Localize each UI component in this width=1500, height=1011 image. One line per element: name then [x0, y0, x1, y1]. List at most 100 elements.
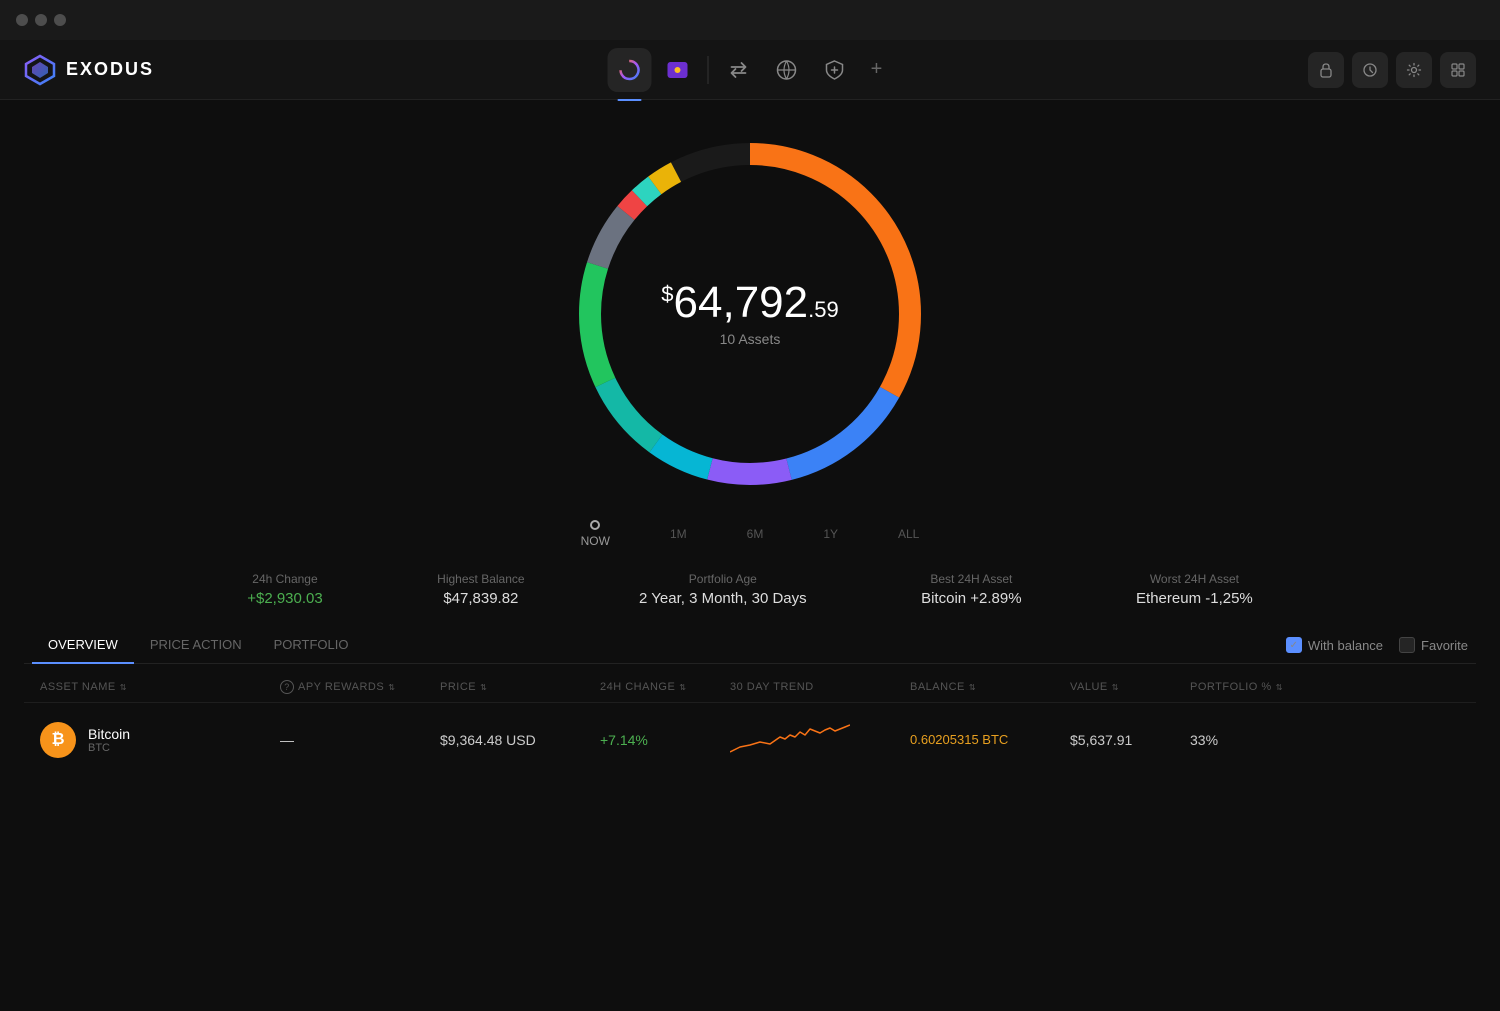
portfolio-cell: 33%: [1190, 732, 1290, 748]
donut-chart: $64,792.59 10 Assets: [560, 124, 940, 504]
settings-button[interactable]: [1396, 52, 1432, 88]
apy-cell: —: [280, 732, 440, 748]
price-cell: $9,364.48 USD: [440, 732, 600, 748]
stat-value-age: 2 Year, 3 Month, 30 Days: [639, 590, 807, 607]
stats-row: 24h Change +$2,930.03 Highest Balance $4…: [150, 572, 1350, 607]
timeline-1m[interactable]: 1M: [670, 527, 687, 541]
stat-label-age: Portfolio Age: [639, 572, 807, 586]
apps-icon: [1450, 62, 1466, 78]
nav-item-swap[interactable]: [717, 48, 761, 92]
filter-favorite-checkbox[interactable]: [1399, 637, 1415, 653]
stat-label-best: Best 24H Asset: [921, 572, 1021, 586]
timeline-now[interactable]: NOW: [581, 520, 610, 548]
tab-overview[interactable]: OVERVIEW: [32, 627, 134, 664]
stat-value-highest: $47,839.82: [437, 590, 524, 607]
apy-help-icon[interactable]: ?: [280, 680, 294, 694]
close-button[interactable]: [16, 14, 28, 26]
traffic-lights: [16, 14, 66, 26]
currency-symbol: $: [661, 281, 673, 306]
col-24h-change[interactable]: 24H CHANGE ⇅: [600, 680, 730, 694]
nav-add-button[interactable]: +: [861, 54, 893, 86]
timeline-all[interactable]: ALL: [898, 527, 919, 541]
titlebar: [0, 0, 1500, 40]
nav-right: [1308, 52, 1476, 88]
filter-with-balance[interactable]: ✓ With balance: [1286, 637, 1383, 653]
stat-label-24h: 24h Change: [247, 572, 323, 586]
header: EXODUS: [0, 40, 1500, 100]
portfolio-value: $64,792.59: [661, 281, 838, 325]
col-price[interactable]: PRICE ⇅: [440, 680, 600, 694]
timeline-1y[interactable]: 1Y: [823, 527, 838, 541]
nav-item-exchange[interactable]: [656, 48, 700, 92]
donut-center: $64,792.59 10 Assets: [661, 281, 838, 347]
timeline: NOW 1M 6M 1Y ALL: [581, 520, 920, 548]
shield-plus-icon: [824, 59, 846, 81]
tabs-right: ✓ With balance Favorite: [1286, 637, 1468, 653]
nav-item-web3[interactable]: [765, 48, 809, 92]
table-section: OVERVIEW PRICE ACTION PORTFOLIO ✓ With b…: [0, 627, 1500, 776]
stat-portfolio-age: Portfolio Age 2 Year, 3 Month, 30 Days: [639, 572, 807, 607]
sort-icon-price: ⇅: [480, 683, 487, 692]
sort-icon-apy: ⇅: [388, 683, 395, 692]
stat-worst-asset: Worst 24H Asset Ethereum -1,25%: [1136, 572, 1253, 607]
tab-portfolio[interactable]: PORTFOLIO: [258, 627, 365, 664]
btc-icon: ₿: [40, 722, 76, 758]
sort-icon-value: ⇅: [1112, 683, 1119, 692]
sort-icon-balance: ⇅: [969, 683, 976, 692]
tabs-row: OVERVIEW PRICE ACTION PORTFOLIO ✓ With b…: [24, 627, 1476, 664]
filter-favorite-label: Favorite: [1421, 638, 1468, 653]
table-row[interactable]: ₿ Bitcoin BTC — $9,364.48 USD +7.14% 0.6…: [24, 702, 1476, 776]
swap-icon: [728, 59, 750, 81]
exodus-logo-icon: [24, 54, 56, 86]
assets-count: 10 Assets: [661, 331, 838, 347]
change-cell: +7.14%: [600, 732, 730, 748]
col-apy-rewards[interactable]: ? APY REWARDS ⇅: [280, 680, 440, 694]
stat-label-highest: Highest Balance: [437, 572, 524, 586]
sort-icon-portfolio: ⇅: [1276, 683, 1283, 692]
lock-icon: [1318, 62, 1334, 78]
logo[interactable]: EXODUS: [24, 54, 154, 86]
minimize-button[interactable]: [35, 14, 47, 26]
history-icon: [1362, 62, 1378, 78]
filter-balance-checkbox[interactable]: ✓: [1286, 637, 1302, 653]
timeline-dot: [590, 520, 600, 530]
lock-button[interactable]: [1308, 52, 1344, 88]
asset-ticker: BTC: [88, 742, 130, 754]
portfolio-icon: [619, 59, 641, 81]
col-portfolio[interactable]: PORTFOLIO % ⇅: [1190, 680, 1290, 694]
col-value[interactable]: VALUE ⇅: [1070, 680, 1190, 694]
asset-name-info: Bitcoin BTC: [88, 726, 130, 754]
stat-value-24h: +$2,930.03: [247, 590, 323, 607]
nav-center: +: [608, 48, 893, 92]
chart-section: $64,792.59 10 Assets NOW 1M 6M 1Y ALL: [0, 100, 1500, 548]
nav-separator: [708, 56, 709, 84]
stat-value-worst: Ethereum -1,25%: [1136, 590, 1253, 607]
history-button[interactable]: [1352, 52, 1388, 88]
asset-name-cell: ₿ Bitcoin BTC: [40, 722, 280, 758]
stat-24h-change: 24h Change +$2,930.03: [247, 572, 323, 607]
stat-label-worst: Worst 24H Asset: [1136, 572, 1253, 586]
web3-icon: [776, 59, 798, 81]
nav-item-portfolio[interactable]: [608, 48, 652, 92]
main-content: $64,792.59 10 Assets NOW 1M 6M 1Y ALL: [0, 100, 1500, 1011]
value-cell: $5,637.91: [1070, 732, 1190, 748]
col-trend: 30 DAY TREND: [730, 680, 910, 694]
stat-highest-balance: Highest Balance $47,839.82: [437, 572, 524, 607]
table-header: ASSET NAME ⇅ ? APY REWARDS ⇅ PRICE ⇅ 24H…: [24, 672, 1476, 702]
stat-value-best: Bitcoin +2.89%: [921, 590, 1021, 607]
filter-balance-label: With balance: [1308, 638, 1383, 653]
maximize-button[interactable]: [54, 14, 66, 26]
gear-icon: [1406, 62, 1422, 78]
filter-favorite[interactable]: Favorite: [1399, 637, 1468, 653]
col-balance[interactable]: BALANCE ⇅: [910, 680, 1070, 694]
asset-name: Bitcoin: [88, 726, 130, 742]
col-asset-name[interactable]: ASSET NAME ⇅: [40, 680, 280, 694]
stat-best-asset: Best 24H Asset Bitcoin +2.89%: [921, 572, 1021, 607]
tab-price-action[interactable]: PRICE ACTION: [134, 627, 258, 664]
apps-button[interactable]: [1440, 52, 1476, 88]
timeline-6m[interactable]: 6M: [747, 527, 764, 541]
sparkline-svg: [730, 717, 850, 757]
sort-icon-change: ⇅: [679, 683, 686, 692]
balance-cell: 0.60205315 BTC: [910, 732, 1070, 747]
nav-item-plus[interactable]: [813, 48, 857, 92]
